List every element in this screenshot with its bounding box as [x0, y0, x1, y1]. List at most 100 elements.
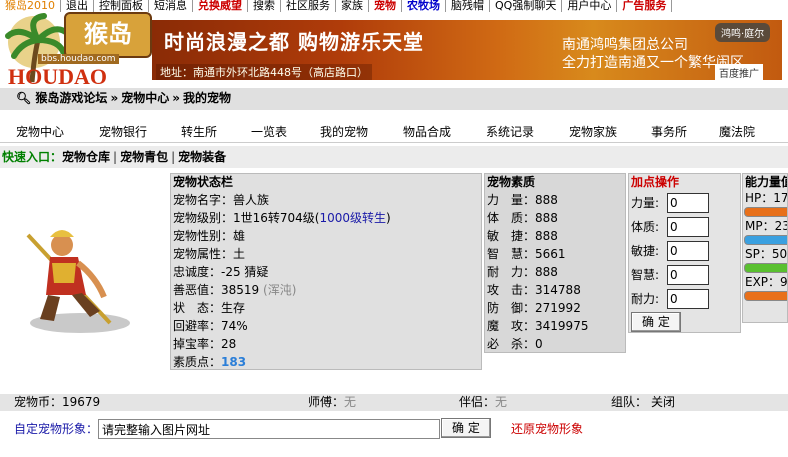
attr-value: 271992	[535, 301, 581, 315]
attr-value: 888	[535, 229, 558, 243]
nav-item-qq-chat[interactable]: QQ强制聊天	[490, 0, 563, 12]
wisdom-input[interactable]	[667, 265, 709, 285]
banner-ad[interactable]: 时尚浪漫之都 购物游乐天堂 地址：南通市外环北路448号（高店路口） 南通鸿鸣集…	[152, 20, 782, 80]
strength-input[interactable]	[667, 193, 709, 213]
attr-value: 3419975	[535, 319, 589, 333]
attr-label: 必 杀：	[487, 337, 536, 351]
menu-item-records[interactable]: 系统记录	[486, 122, 534, 142]
attr-row-critical: 必 杀：0	[485, 335, 625, 353]
pet-level: 宠物级别：1世16转704级(1000级转生)	[171, 209, 481, 227]
nav-item-pets[interactable]: 宠物	[369, 0, 402, 12]
menu-item-overview[interactable]: 一览表	[251, 122, 287, 142]
pet-droprate: 掉宝率：28	[173, 337, 237, 351]
logo-url: bbs.houdao.com	[38, 54, 119, 64]
pet-state: 状 态：生存	[173, 301, 246, 315]
add-row-agility: 敏捷:	[629, 239, 740, 263]
pet-karma-tag: (浑沌)	[263, 283, 297, 297]
pet-status-title: 宠物状态栏	[173, 175, 234, 189]
nav-item-family[interactable]: 家族	[336, 0, 369, 12]
add-label: 体质:	[631, 220, 660, 234]
quick-link-warehouse[interactable]: 宠物仓库	[62, 150, 110, 164]
nav-item-messages[interactable]: 短消息	[149, 0, 193, 12]
sp-label: SP：50	[745, 247, 788, 261]
nav-item-search[interactable]: 搜索	[248, 0, 281, 12]
attr-row-endurance: 耐 力：888	[485, 263, 625, 281]
exp-label: EXP：9	[745, 275, 788, 289]
agility-input[interactable]	[667, 241, 709, 261]
nav-item-hat[interactable]: 脑残帽	[446, 0, 490, 12]
attr-value: 0	[535, 337, 543, 351]
quick-link-equipment[interactable]: 宠物装备	[178, 150, 226, 164]
add-label: 耐力:	[631, 292, 660, 306]
team-label: 组队：	[611, 395, 648, 409]
team-value: 关闭	[651, 395, 676, 409]
add-row-endurance: 耐力:	[629, 287, 740, 311]
pet-status-panel: 宠物状态栏 宠物名字：兽人族 宠物级别：1世16转704级(1000级转生) 宠…	[170, 173, 482, 370]
menu-item-magic[interactable]: 魔法院	[719, 122, 755, 142]
site-logo[interactable]: 猴岛 bbs.houdao.com HOUDAO	[4, 12, 152, 90]
mp-label: MP：23	[745, 219, 788, 233]
endurance-input[interactable]	[667, 289, 709, 309]
nav-item-community[interactable]: 社区服务	[281, 0, 336, 12]
pet-gender: 宠物性别：雄	[173, 229, 246, 243]
nav-item-ads[interactable]: 广告服务	[617, 0, 673, 12]
breadcrumb-forum[interactable]: 猴岛游戏论坛	[35, 91, 107, 105]
nav-item-control-panel[interactable]: 控制面板	[94, 0, 149, 12]
attr-label: 攻 击：	[487, 283, 536, 297]
quick-link-separator: |	[113, 150, 118, 164]
banner-brand: 鸿鸣·庭尔	[715, 23, 771, 42]
attr-value: 5661	[535, 247, 566, 261]
master-value: 无	[344, 395, 357, 409]
pet-points-label: 素质点：	[173, 355, 222, 369]
attr-row-agility: 敏 捷：888	[485, 227, 625, 245]
search-icon: 🔍︎	[16, 91, 32, 105]
menu-item-pet-bank[interactable]: 宠物银行	[99, 122, 147, 142]
restore-image-link[interactable]: 还原宠物形象	[511, 418, 583, 440]
attr-label: 耐 力：	[487, 265, 536, 279]
nav-item-houdao[interactable]: 猴岛2010	[0, 0, 61, 12]
menu-item-pet-center[interactable]: 宠物中心	[16, 122, 64, 142]
master-label: 师傅：	[308, 395, 345, 409]
pet-name: 宠物名字：兽人族	[173, 193, 270, 207]
menu-item-office[interactable]: 事务所	[651, 122, 687, 142]
attr-row-constitution: 体 质：888	[485, 209, 625, 227]
banner-slogan: 时尚浪漫之都 购物游乐天堂	[164, 30, 424, 54]
nav-item-redeem[interactable]: 兑换威望	[193, 0, 248, 12]
attr-label: 智 慧：	[487, 247, 536, 261]
breadcrumb-my-pet[interactable]: 我的宠物	[183, 91, 231, 105]
nav-item-user-center[interactable]: 用户中心	[562, 0, 618, 12]
attr-row-wisdom: 智 慧：5661	[485, 245, 625, 263]
add-row-wisdom: 智慧:	[629, 263, 740, 287]
banner-ad-tag[interactable]: 百度推广	[715, 64, 763, 80]
quick-link-bag[interactable]: 宠物青包	[120, 150, 168, 164]
hp-label: HP：17	[745, 191, 788, 205]
custom-image-row: 自定宠物形象： 确 定 还原宠物形象	[0, 418, 788, 440]
menu-item-rebirth[interactable]: 转生所	[181, 122, 217, 142]
custom-image-confirm-button[interactable]: 确 定	[441, 418, 491, 438]
banner-address: 地址：南通市外环北路448号（高店路口）	[156, 64, 372, 80]
breadcrumb: 🔍︎ 猴岛游戏论坛» 宠物中心» 我的宠物	[0, 88, 788, 110]
menu-item-pet-family[interactable]: 宠物家族	[569, 122, 617, 142]
add-row-constitution: 体质:	[629, 215, 740, 239]
attr-row-defense: 防 御：271992	[485, 299, 625, 317]
breadcrumb-separator: »	[172, 91, 180, 105]
breadcrumb-separator: »	[110, 91, 119, 105]
banner-company: 南通鸿鸣集团总公司	[562, 37, 688, 53]
attr-row-magic-attack: 魔 攻：3419975	[485, 317, 625, 335]
pet-attributes-panel: 宠物素质 力 量：888 体 质：888 敏 捷：888 智 慧：5661 耐 …	[484, 173, 626, 353]
rebirth-link[interactable]: 1000级转生	[320, 211, 387, 225]
attr-value: 888	[535, 193, 558, 207]
attr-label: 力 量：	[487, 193, 536, 207]
attr-row-strength: 力 量：888	[485, 191, 625, 209]
image-url-input[interactable]	[98, 419, 440, 439]
menu-item-my-pet[interactable]: 我的宠物	[320, 122, 368, 142]
nav-item-logout[interactable]: 退出	[61, 0, 94, 12]
pet-points: 素质点：183	[171, 353, 481, 371]
attr-label: 魔 攻：	[487, 319, 536, 333]
add-label: 智慧:	[631, 268, 660, 282]
constitution-input[interactable]	[667, 217, 709, 237]
menu-item-synthesis[interactable]: 物品合成	[403, 122, 451, 142]
nav-item-farm[interactable]: 农牧场	[402, 0, 446, 12]
add-points-confirm-button[interactable]: 确 定	[631, 312, 681, 332]
breadcrumb-pet-center[interactable]: 宠物中心	[121, 91, 169, 105]
